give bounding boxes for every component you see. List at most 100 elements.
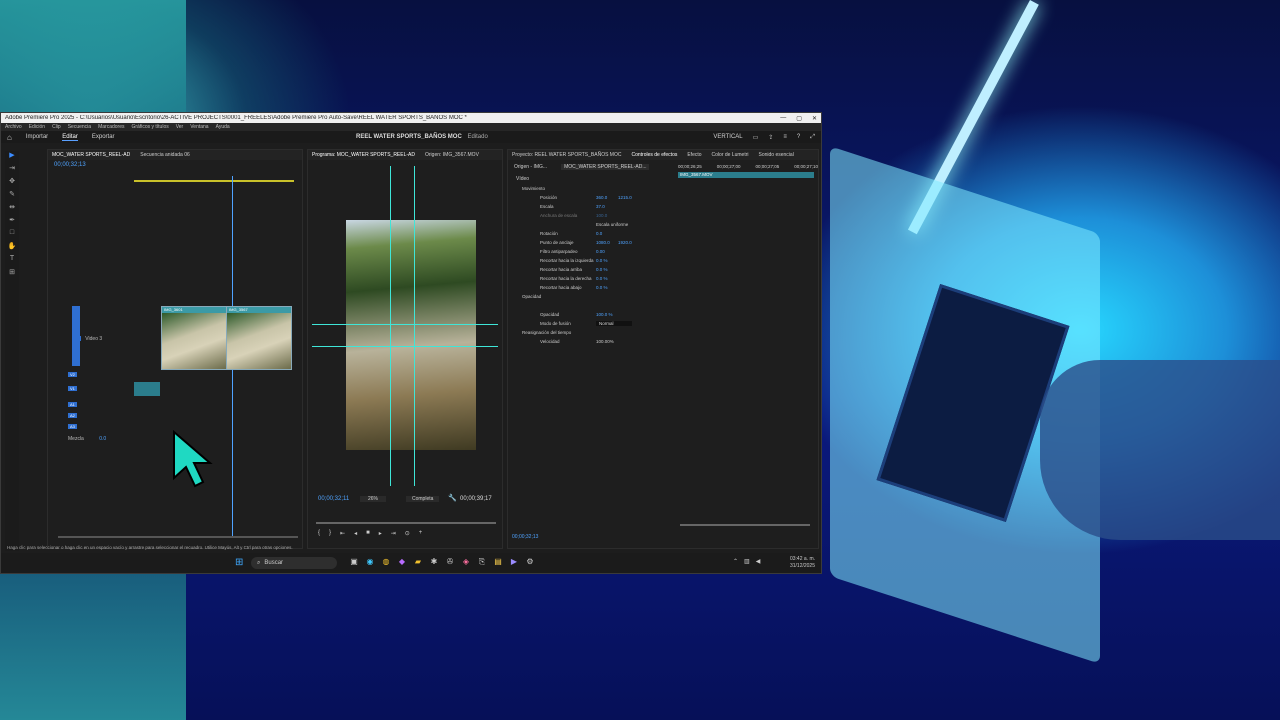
clip-v1[interactable] — [134, 382, 160, 396]
ripple-edit-icon[interactable]: ✥ — [5, 177, 19, 190]
ec-row-position[interactable]: Posición 360.0 1215.0 — [508, 193, 818, 202]
app-icon[interactable]: ◆ — [397, 557, 407, 567]
fullscreen-icon[interactable]: ⤢ — [810, 134, 815, 141]
close-button[interactable]: ✕ — [812, 115, 817, 122]
tab-exportar[interactable]: Exportar — [92, 134, 115, 140]
menu-marcadores[interactable]: Marcadores — [98, 124, 124, 130]
ec-row-uniform-scale[interactable]: Escala uniforme — [508, 220, 818, 229]
blend-mode-select[interactable]: Normal — [596, 321, 632, 326]
edge-icon[interactable]: ◉ — [365, 557, 375, 567]
slip-icon[interactable]: ⇹ — [5, 203, 19, 216]
track-badge-a3[interactable]: A3 — [68, 424, 77, 429]
tab-lumetri[interactable]: Color de Lumetri — [712, 152, 749, 158]
settings-icon[interactable]: ⚙ — [525, 557, 535, 567]
ec-row-opacity[interactable]: Opacidad 100.0 % — [508, 310, 818, 319]
ec-value[interactable]: 1215.0 — [618, 195, 632, 200]
timeline-timecode[interactable]: 00;00;32;13 — [54, 162, 86, 168]
guide-horizontal-2[interactable] — [312, 346, 498, 347]
wrench-icon[interactable]: 🔧 — [448, 494, 457, 502]
step-back-icon[interactable]: ◂ — [354, 530, 357, 537]
tab-sequence-main[interactable]: MOC_WATER SPORTS_REEL-AD — [52, 152, 130, 158]
tab-source[interactable]: Origen: IMG_3567.MOV — [425, 152, 479, 158]
minimize-button[interactable]: — — [780, 115, 786, 122]
ec-row-motion[interactable]: Movimiento — [508, 184, 818, 193]
go-to-out-icon[interactable]: ⇥ — [391, 530, 396, 537]
ec-value[interactable]: 0.00 — [596, 249, 605, 254]
ec-value[interactable]: 1920.0 — [618, 240, 632, 245]
ec-row-crop-right[interactable]: Recortar hacia la derecha 0.0 % — [508, 274, 818, 283]
track-select-icon[interactable]: ⇥ — [5, 164, 19, 177]
clip-v3-a[interactable]: IMG_3601 — [161, 306, 227, 370]
mix-value[interactable]: 0.0 — [99, 436, 106, 442]
track-badge-a1[interactable]: A1 — [68, 402, 77, 407]
menu-clip[interactable]: Clip — [52, 124, 61, 130]
chrome-icon[interactable]: ◍ — [381, 557, 391, 567]
windows-start-icon[interactable]: ⊞ — [235, 557, 243, 568]
quality-select[interactable]: Completa — [406, 496, 440, 502]
export-frame-icon[interactable]: ⊙ — [405, 530, 410, 537]
app-pink-icon[interactable]: ◈ — [461, 557, 471, 567]
notes-icon[interactable]: ▤ — [493, 557, 503, 567]
tab-editar[interactable]: Editar — [62, 134, 78, 141]
workspace-layout-label[interactable]: VERTICAL — [713, 134, 742, 140]
slack-icon[interactable]: ✱ — [429, 557, 439, 567]
menu-ayuda[interactable]: Ayuda — [216, 124, 230, 130]
ec-row-blend[interactable]: Modo de fusión Normal — [508, 319, 818, 328]
ec-value[interactable]: 0.0 — [596, 231, 602, 236]
ec-scrollbar[interactable] — [680, 524, 810, 526]
ec-row-scale-width[interactable]: Anchura de escala 100.0 — [508, 211, 818, 220]
timeline-ruler[interactable] — [134, 180, 294, 182]
play-icon[interactable]: ■ — [366, 530, 370, 537]
ec-row-anchor[interactable]: Punto de anclaje 1080.0 1920.0 — [508, 238, 818, 247]
premiere-icon[interactable]: ▶ — [509, 557, 519, 567]
timeline-scrollbar[interactable] — [58, 536, 298, 538]
rectangle-icon[interactable]: □ — [5, 229, 19, 242]
share-icon[interactable]: ⇪ — [768, 134, 773, 141]
tab-sequence-nested[interactable]: Secuencia anidada 06 — [140, 152, 190, 158]
source-label[interactable]: Origen - IMG... — [514, 164, 547, 170]
ec-row-time-remap[interactable]: Reasignación del tiempo — [508, 328, 818, 337]
guide-vertical-2[interactable] — [414, 166, 415, 486]
program-timecode-current[interactable]: 00;00;32;11 — [318, 496, 349, 502]
volume-icon[interactable]: ◀ — [756, 558, 761, 565]
ec-clip-bar[interactable]: IMG_3567.MOV — [678, 172, 814, 178]
folder-icon[interactable]: ▰ — [413, 557, 423, 567]
ec-value[interactable]: 0.0 % — [596, 285, 608, 290]
ec-value[interactable]: 0.0 % — [596, 267, 608, 272]
menu-edicion[interactable]: Edición — [29, 124, 45, 130]
razor-icon[interactable]: ✎ — [5, 190, 19, 203]
menu-ventana[interactable]: Ventana — [190, 124, 208, 130]
tab-program[interactable]: Programa: MOC_WATER SPORTS_REEL-AD — [312, 152, 415, 158]
ec-row-crop-left[interactable]: Recortar hacia la izquierda 0.0 % — [508, 256, 818, 265]
guide-vertical-1[interactable] — [390, 166, 391, 486]
ec-value[interactable]: 100.0 % — [596, 312, 613, 317]
steam-icon[interactable]: ✇ — [445, 557, 455, 567]
go-to-in-icon[interactable]: ⇤ — [340, 530, 345, 537]
menu-ver[interactable]: Ver — [176, 124, 184, 130]
type-icon[interactable]: T — [5, 255, 19, 268]
menu-secuencia[interactable]: Secuencia — [68, 124, 91, 130]
add-icon[interactable]: + — [419, 530, 423, 537]
help-icon[interactable]: ? — [797, 134, 800, 140]
track-badge-a2[interactable]: A2 — [68, 413, 77, 418]
program-video-frame[interactable] — [346, 220, 476, 450]
panel-icon[interactable]: ▭ — [753, 134, 759, 141]
guide-horizontal-1[interactable] — [312, 324, 498, 325]
ec-value[interactable]: 0.0 % — [596, 258, 608, 263]
pen-icon[interactable]: ✒ — [5, 216, 19, 229]
tab-project[interactable]: Proyecto: REEL WATER SPORTS_BAÑOS MOC — [512, 152, 621, 158]
home-icon[interactable]: ⌂ — [7, 133, 12, 142]
ec-row-crop-top[interactable]: Recortar hacia arriba 0.0 % — [508, 265, 818, 274]
selection-tool-icon[interactable]: ▶ — [5, 151, 19, 164]
maximize-button[interactable]: ▢ — [796, 115, 802, 122]
clip-v3-b[interactable]: IMG_3567 — [226, 306, 292, 370]
ec-row-flicker[interactable]: Filtro antiparpadeo 0.00 — [508, 247, 818, 256]
zoom-select[interactable]: 26% — [360, 496, 387, 502]
task-view-icon[interactable]: ▣ — [349, 557, 359, 567]
mark-in-icon[interactable]: { — [318, 530, 320, 537]
ec-row-opacity-group[interactable]: Opacidad — [508, 292, 818, 301]
menu-lines-icon[interactable]: ≡ — [783, 134, 787, 140]
ec-value[interactable]: 100.00% — [596, 339, 614, 344]
tab-essential-sound[interactable]: Sonido esencial — [759, 152, 794, 158]
menu-archivo[interactable]: Archivo — [5, 124, 22, 130]
